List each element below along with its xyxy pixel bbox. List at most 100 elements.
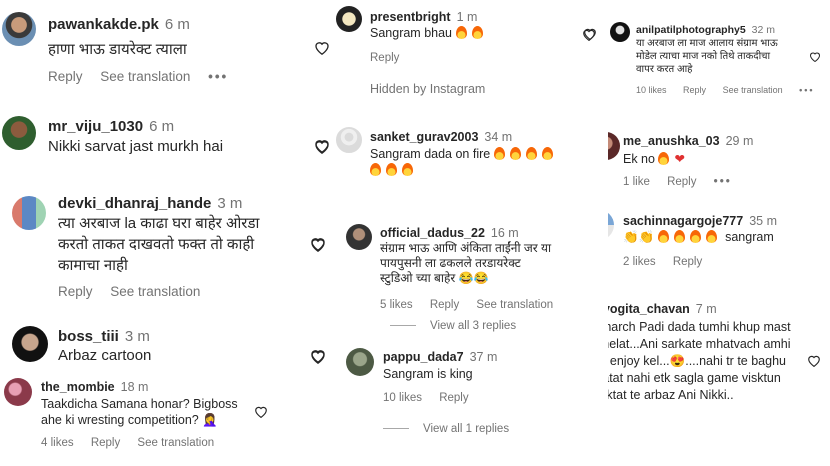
comment-item: presentbright 1 m Sangram bhau Reply <box>336 0 608 72</box>
comment-text: संग्राम भाऊ आणि अंकिता ताईंनी जर या पायप… <box>380 241 552 285</box>
heart-outline-icon[interactable] <box>310 237 326 252</box>
comment-item: sanket_gurav2003 34 m Sangram dada on fir… <box>336 124 608 184</box>
comment-username[interactable]: official_dadus_22 16 m <box>380 226 519 240</box>
avatar[interactable] <box>608 132 620 160</box>
comment-username[interactable]: anilpatilphotography5 32 m <box>636 24 775 36</box>
comment-actions: 2 likes Reply <box>623 256 716 268</box>
heart-outline-icon[interactable] <box>254 405 268 418</box>
see-translation-link[interactable]: See translation <box>137 437 214 449</box>
heart-outline-icon[interactable] <box>314 139 330 154</box>
comment-item: anilpatilphotography5 32 m या अरबाज ला मा… <box>608 0 830 100</box>
comment-text: Nikki sarvat jast murkh hai <box>48 138 224 155</box>
avatar[interactable] <box>12 196 46 230</box>
view-replies-link[interactable]: View all 3 replies <box>390 320 530 332</box>
comment-text: Sangram bhau <box>370 26 488 40</box>
comment-item: devki_dhanraj_hande 3 m त्या अरबाज la काढ… <box>0 190 336 310</box>
reply-button[interactable]: Reply <box>667 176 696 188</box>
more-options-icon[interactable]: ••• <box>714 176 732 188</box>
likes-count[interactable]: 2 likes <box>623 256 656 268</box>
replies-divider <box>383 428 409 430</box>
comment-time: 34 m <box>484 130 513 144</box>
comment-time: 3 m <box>217 195 243 212</box>
fire-emoji-icon <box>455 26 467 39</box>
comment-username[interactable]: sanket_gurav2003 34 m <box>370 130 512 144</box>
comment-time: 32 m <box>751 24 776 36</box>
comment-actions: 10 likes Reply <box>383 392 483 404</box>
see-translation-link[interactable]: See translation <box>110 284 200 299</box>
comment-username[interactable]: yyogita_chavan7 m <box>608 302 717 316</box>
reply-button[interactable]: Reply <box>58 284 93 299</box>
comment-actions: 4 likes Reply See translation <box>41 437 228 449</box>
likes-count[interactable]: 5 likes <box>380 299 413 311</box>
avatar[interactable] <box>336 6 362 32</box>
comment-text: Sangram is king <box>383 367 473 381</box>
comment-text: 👏👏 sangram <box>623 230 774 244</box>
comment-text: Sangram dada on fire <box>370 146 580 178</box>
comment-actions: Reply <box>370 52 413 64</box>
fire-emoji-icon <box>402 163 413 176</box>
fire-emoji-icon <box>658 152 670 165</box>
heart-outline-icon[interactable] <box>310 349 326 364</box>
avatar[interactable] <box>336 127 362 153</box>
comment-username[interactable]: me_anushka_03 29 m <box>623 134 753 148</box>
reply-button[interactable]: Reply <box>48 69 83 84</box>
fire-emoji-icon <box>370 163 381 176</box>
comment-text: Arbaz cartoon <box>58 347 152 364</box>
heart-emoji-icon: ❤ <box>674 152 685 166</box>
comment-time: 29 m <box>725 134 754 148</box>
comment-username[interactable]: sachinnagargoje777 35 m <box>623 214 777 228</box>
heart-outline-icon[interactable] <box>809 51 821 62</box>
comment-actions: 1 like Reply ••• <box>623 176 746 188</box>
left-comment-panel: pawankakde.pk 6 m हाणा भाऊ डायरेक्ट त्याल… <box>0 0 336 466</box>
comment-text: त्या अरबाज la काढा घरा बाहेर ओरडा करतो त… <box>58 215 260 274</box>
reply-button[interactable]: Reply <box>430 299 459 311</box>
likes-count[interactable]: 10 likes <box>636 85 667 95</box>
comment-username[interactable]: devki_dhanraj_hande 3 m <box>58 195 242 212</box>
comment-username[interactable]: the_mombie 18 m <box>41 380 148 394</box>
fire-emoji-icon <box>705 230 717 243</box>
reply-button[interactable]: Reply <box>439 392 468 404</box>
avatar[interactable] <box>608 210 614 240</box>
comment-actions: 10 likes Reply See translation ••• <box>636 85 829 95</box>
heart-outline-icon[interactable] <box>314 40 330 55</box>
avatar[interactable] <box>610 22 630 42</box>
comment-actions: Reply See translation ••• <box>48 69 242 84</box>
see-translation-link[interactable]: See translation <box>476 299 553 311</box>
comment-username[interactable]: pappu_dada7 37 m <box>383 350 497 364</box>
avatar[interactable] <box>346 348 374 376</box>
reply-button[interactable]: Reply <box>683 85 706 95</box>
avatar[interactable] <box>2 116 36 150</box>
comment-time: 37 m <box>469 350 498 364</box>
comment-username[interactable]: boss_tiii 3 m <box>58 328 150 345</box>
avatar[interactable] <box>4 378 32 406</box>
avatar[interactable] <box>346 224 372 250</box>
likes-count[interactable]: 4 likes <box>41 437 74 449</box>
comment-time: 6 m <box>149 118 175 135</box>
likes-count[interactable]: 10 likes <box>383 392 422 404</box>
fire-emoji-icon <box>657 230 669 243</box>
likes-count[interactable]: 1 like <box>623 176 650 188</box>
fire-emoji-icon <box>525 147 537 160</box>
comment-username[interactable]: presentbright 1 m <box>370 10 477 24</box>
reply-button[interactable]: Reply <box>91 437 120 449</box>
see-translation-link[interactable]: See translation <box>723 85 783 95</box>
heart-outline-icon[interactable] <box>807 354 821 367</box>
comment-username[interactable]: pawankakde.pk 6 m <box>48 16 190 33</box>
see-translation-link[interactable]: See translation <box>100 69 190 84</box>
comment-username[interactable]: mr_viju_1030 6 m <box>48 118 174 135</box>
more-options-icon[interactable]: ••• <box>799 85 814 95</box>
middle-comment-panel: presentbright 1 m Sangram bhau Reply Hidd… <box>336 0 608 466</box>
view-replies-link[interactable]: View all 1 replies <box>383 423 523 435</box>
comment-time: 6 m <box>164 16 190 33</box>
comment-text: Kharch Padi dada tumhi khup mast khelat.… <box>608 320 791 402</box>
more-options-icon[interactable]: ••• <box>208 69 228 84</box>
avatar[interactable] <box>2 12 36 46</box>
fire-emoji-icon <box>541 147 553 160</box>
right-comment-panel: anilpatilphotography5 32 m या अरबाज ला मा… <box>608 0 830 466</box>
reply-button[interactable]: Reply <box>673 256 702 268</box>
reply-button[interactable]: Reply <box>370 52 399 64</box>
fire-emoji-icon <box>689 230 701 243</box>
heart-outline-icon[interactable] <box>583 27 597 40</box>
avatar[interactable] <box>12 326 48 362</box>
comment-item: mr_viju_1030 6 m Nikki sarvat jast murkh … <box>0 106 336 166</box>
